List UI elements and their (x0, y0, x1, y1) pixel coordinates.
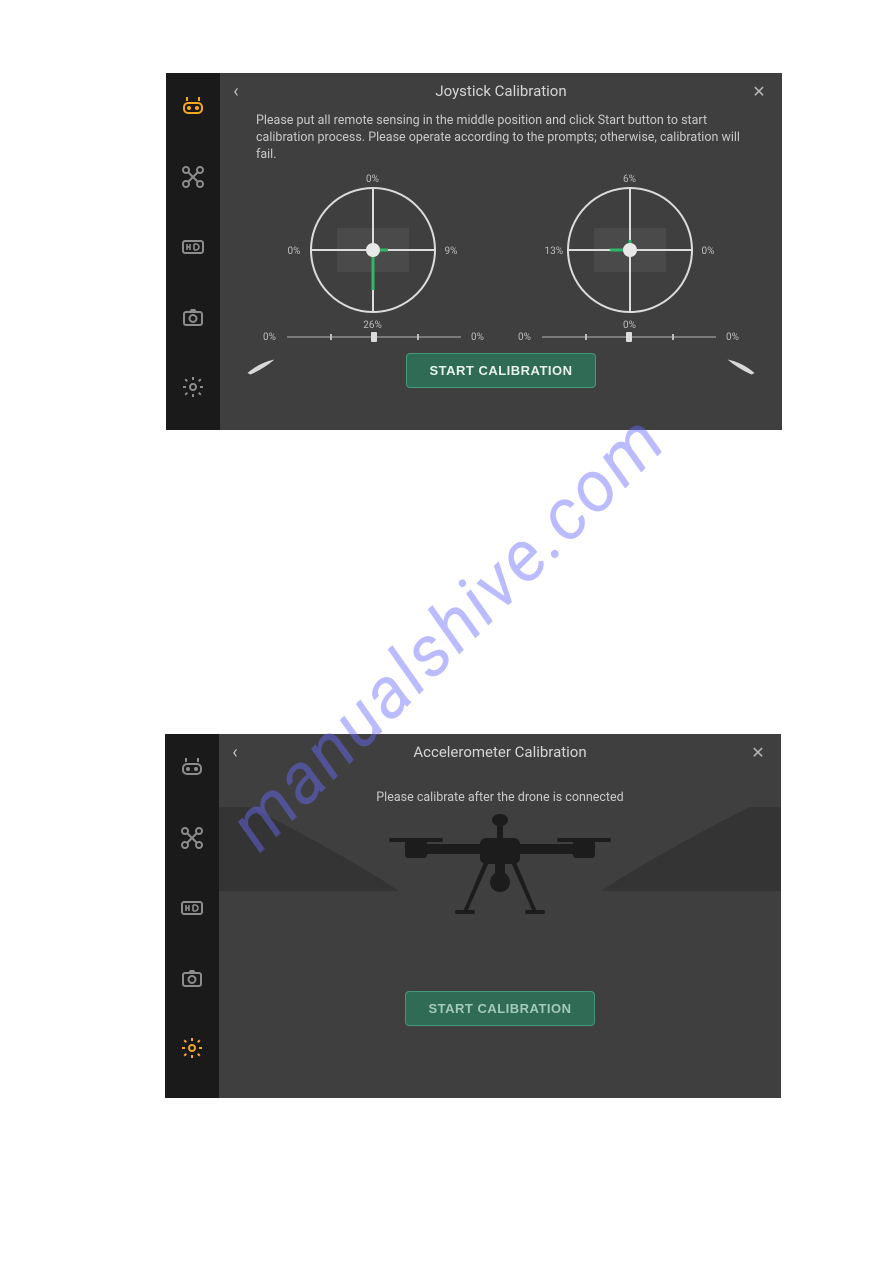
camera-icon[interactable] (181, 305, 205, 329)
gear-icon[interactable] (180, 1036, 204, 1060)
drone-silhouette-icon (385, 807, 615, 942)
back-button[interactable]: ‹ (219, 742, 251, 763)
back-button[interactable]: ‹ (220, 81, 252, 102)
left-slider-left-value: 0% (259, 332, 281, 343)
titlebar: ‹ Accelerometer Calibration ✕ (219, 734, 781, 770)
right-stick-bottom-value: 0% (623, 320, 636, 331)
left-stick-left-value: 0% (288, 246, 301, 257)
joystick-calibration-panel: ‹ Joystick Calibration ✕ Please put all … (166, 73, 782, 430)
camera-icon[interactable] (180, 966, 204, 990)
start-calibration-button[interactable]: START CALIBRATION (405, 991, 594, 1026)
right-stick-gauge (550, 170, 710, 330)
titlebar: ‹ Joystick Calibration ✕ (220, 73, 782, 109)
ground-left-shape (219, 807, 399, 892)
hd-icon[interactable] (181, 235, 205, 259)
page-title: Accelerometer Calibration (219, 743, 781, 761)
left-stick-gauge (293, 170, 453, 330)
right-slider-right-value: 0% (722, 332, 744, 343)
left-slider-right-value: 0% (467, 332, 489, 343)
left-stick-top-value: 0% (366, 174, 379, 185)
right-slider-left-value: 0% (514, 332, 536, 343)
joystick-content: ‹ Joystick Calibration ✕ Please put all … (220, 73, 782, 430)
drone-icon[interactable] (180, 826, 204, 850)
right-slider-thumb (626, 332, 632, 342)
left-slider[interactable]: 0% 0% (259, 332, 489, 343)
sliders-row: 0% 0% 0% 0% (220, 332, 782, 343)
gear-icon[interactable] (181, 375, 205, 399)
page-title: Joystick Calibration (220, 82, 782, 100)
drone-illustration-area (219, 807, 781, 942)
left-stick: 0% 26% 0% 9% (258, 170, 488, 330)
hd-icon[interactable] (180, 896, 204, 920)
close-button[interactable]: ✕ (744, 82, 774, 101)
start-calibration-button[interactable]: START CALIBRATION (406, 353, 595, 388)
left-stick-right-value: 9% (445, 246, 458, 257)
left-stick-bottom-value: 26% (363, 320, 382, 331)
ground-right-shape (601, 807, 781, 892)
right-stick-top-value: 6% (623, 174, 636, 185)
sidebar (166, 73, 220, 430)
left-slider-thumb (371, 332, 377, 342)
drone-icon[interactable] (181, 165, 205, 189)
close-button[interactable]: ✕ (743, 743, 773, 762)
right-slider[interactable]: 0% 0% (514, 332, 744, 343)
accelerometer-content: ‹ Accelerometer Calibration ✕ Please cal… (219, 734, 781, 1098)
instruction-text: Please put all remote sensing in the mid… (220, 109, 782, 164)
sidebar (165, 734, 219, 1098)
right-slider-track (542, 336, 716, 338)
controller-icon[interactable] (180, 756, 204, 780)
right-feather-icon (726, 356, 756, 378)
instruction-text: Please calibrate after the drone is conn… (219, 786, 781, 807)
left-feather-icon (246, 356, 276, 378)
right-stick-right-value: 0% (702, 246, 715, 257)
controller-icon[interactable] (181, 95, 205, 119)
left-slider-track (287, 336, 461, 338)
sticks-row: 0% 26% 0% 9% 6% 0% 13% (220, 170, 782, 330)
accelerometer-calibration-panel: ‹ Accelerometer Calibration ✕ Please cal… (165, 734, 781, 1098)
right-stick: 6% 0% 13% 0% (515, 170, 745, 330)
right-stick-left-value: 13% (545, 246, 564, 257)
